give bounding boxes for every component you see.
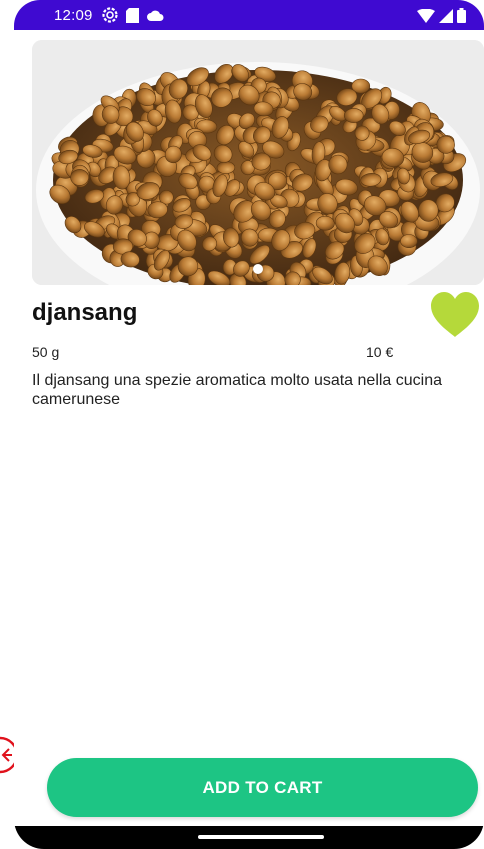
home-indicator[interactable] — [198, 835, 324, 839]
favorite-heart-icon[interactable] — [429, 291, 481, 339]
product-image[interactable] — [32, 40, 484, 285]
djansang-photo — [32, 40, 484, 285]
product-description: Il djansang una spezie aromatica molto u… — [32, 372, 443, 408]
battery-icon — [457, 8, 466, 23]
status-time: 12:09 — [54, 7, 93, 24]
wifi-icon — [417, 8, 435, 23]
status-bar: 12:09 — [14, 0, 484, 30]
sim-card-icon — [126, 7, 139, 23]
carousel-dot-active[interactable] — [253, 264, 263, 274]
navigation-bar — [14, 826, 484, 849]
cloud-icon — [147, 10, 164, 21]
product-title: djansang — [32, 299, 138, 326]
product-price: 10 € — [366, 344, 394, 360]
add-to-cart-button[interactable]: ADD TO CART — [47, 758, 478, 817]
signal-icon — [439, 8, 453, 23]
settings-icon — [102, 7, 118, 23]
product-weight: 50 g — [32, 344, 60, 360]
phone-screen: 12:09 djansang 50 g 10 € Il djansang una… — [14, 0, 484, 849]
